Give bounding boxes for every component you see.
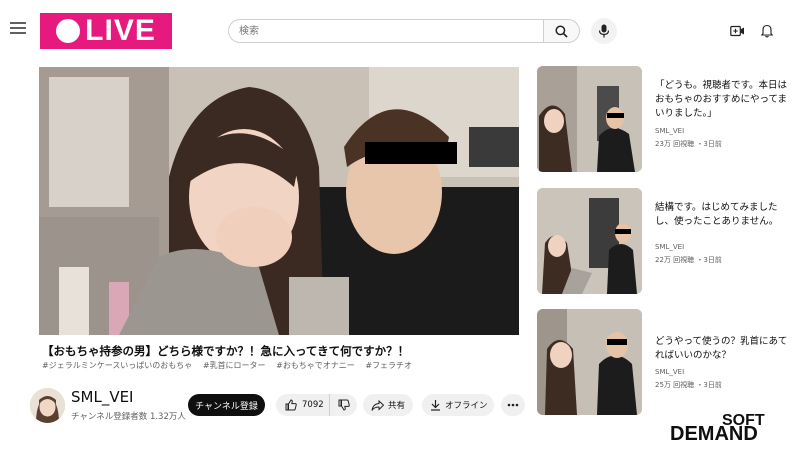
create-button[interactable] bbox=[726, 20, 748, 42]
subscriber-count: チャンネル登録者数 1.32万人 bbox=[71, 412, 186, 422]
recommended-title[interactable]: 結構です。はじめてみましたし、使ったことありません。 bbox=[655, 201, 795, 229]
upload-age: 3日前 bbox=[703, 256, 722, 264]
brand-bottom-text: DEMAND bbox=[670, 423, 758, 445]
view-count: 22万 回視聴 bbox=[655, 256, 695, 264]
hashtag-link[interactable]: #ジェラルミンケースいっぱいのおもちゃ bbox=[42, 361, 192, 370]
recommended-title[interactable]: 「どうも。視聴者です。本日はおもちゃのおすすめにやってまいりました。」 bbox=[655, 79, 795, 121]
recommended-title[interactable]: どうやって使うの？乳首にあてればいいのかな？ bbox=[655, 335, 795, 363]
recommended-video[interactable]: どうやって使うの？乳首にあてればいいのかな？ SML_VEI 25万 回視聴 ・… bbox=[537, 309, 792, 415]
subscribe-button[interactable]: チャンネル登録 bbox=[188, 394, 265, 416]
logo-text: LIVE bbox=[85, 14, 156, 47]
recommended-meta: 22万 回視聴 ・3日前 bbox=[655, 256, 722, 264]
logo-dot bbox=[56, 19, 81, 43]
recommended-thumbnail[interactable] bbox=[537, 66, 642, 172]
like-count: 7092 bbox=[302, 400, 324, 410]
voice-search-button[interactable] bbox=[591, 18, 617, 44]
recommended-channel[interactable]: SML_VEI bbox=[655, 368, 684, 376]
download-icon bbox=[431, 400, 440, 411]
thumbs-up-icon bbox=[285, 399, 297, 411]
soft-on-demand-logo: SOFT DEMAND bbox=[670, 412, 792, 445]
recommended-meta: 23万 回視聴 ・3日前 bbox=[655, 140, 722, 148]
thumbs-down-icon bbox=[338, 399, 350, 411]
search-button[interactable] bbox=[543, 19, 580, 43]
more-actions-button[interactable] bbox=[501, 394, 525, 416]
thumbnail-image bbox=[537, 188, 642, 294]
recommended-video[interactable]: 「どうも。視聴者です。本日はおもちゃのおすすめにやってまいりました。」 SML_… bbox=[537, 66, 792, 172]
dislike-button[interactable] bbox=[330, 394, 357, 416]
thumbnail-image bbox=[537, 66, 642, 172]
top-bar: LIVE bbox=[0, 0, 800, 60]
magnifier-icon bbox=[555, 24, 568, 38]
hashtag-list: #ジェラルミンケースいっぱいのおもちゃ #乳首にローター #おもちゃでオナニー … bbox=[42, 360, 420, 371]
share-arrow-icon bbox=[371, 399, 384, 411]
live-logo[interactable]: LIVE bbox=[40, 13, 172, 49]
video-title: 【おもちゃ持参の男】どちら様ですか？！急に入ってきて何ですか？！ bbox=[42, 344, 410, 358]
offline-download-button[interactable]: オフライン bbox=[422, 394, 494, 416]
upload-age: 3日前 bbox=[703, 381, 722, 389]
like-dislike-group: 7092 bbox=[276, 394, 357, 416]
share-button[interactable]: 共有 bbox=[363, 394, 413, 416]
hashtag-link[interactable]: #フェラチオ bbox=[365, 361, 412, 370]
notifications-button[interactable] bbox=[756, 20, 778, 42]
recommended-channel[interactable]: SML_VEI bbox=[655, 243, 684, 251]
recommended-channel[interactable]: SML_VEI bbox=[655, 127, 684, 135]
recommended-meta: 25万 回視聴 ・3日前 bbox=[655, 381, 722, 389]
bell-icon bbox=[761, 24, 773, 38]
microphone-icon bbox=[598, 24, 610, 38]
view-count: 23万 回視聴 bbox=[655, 140, 695, 148]
offline-label: オフライン bbox=[445, 401, 488, 411]
video-camera-plus-icon bbox=[729, 25, 744, 37]
thumbnail-image bbox=[537, 309, 642, 415]
upload-age: 3日前 bbox=[703, 140, 722, 148]
hashtag-link[interactable]: #おもちゃでオナニー bbox=[276, 361, 355, 370]
more-horizontal-icon bbox=[507, 403, 519, 407]
hashtag-link[interactable]: #乳首にローター bbox=[203, 361, 266, 370]
recommended-thumbnail[interactable] bbox=[537, 309, 642, 415]
avatar-image bbox=[30, 388, 65, 423]
like-button[interactable]: 7092 bbox=[276, 394, 330, 416]
recommended-thumbnail[interactable] bbox=[537, 188, 642, 294]
hamburger-menu-icon[interactable] bbox=[10, 22, 26, 36]
channel-avatar[interactable] bbox=[30, 388, 65, 423]
video-frame bbox=[39, 67, 519, 335]
video-player[interactable] bbox=[39, 67, 519, 335]
share-label: 共有 bbox=[388, 401, 406, 411]
channel-name[interactable]: SML_VEI bbox=[71, 388, 133, 406]
view-count: 25万 回視聴 bbox=[655, 381, 695, 389]
search-input[interactable] bbox=[228, 19, 544, 43]
recommended-video[interactable]: 結構です。はじめてみましたし、使ったことありません。 SML_VEI 22万 回… bbox=[537, 188, 792, 294]
